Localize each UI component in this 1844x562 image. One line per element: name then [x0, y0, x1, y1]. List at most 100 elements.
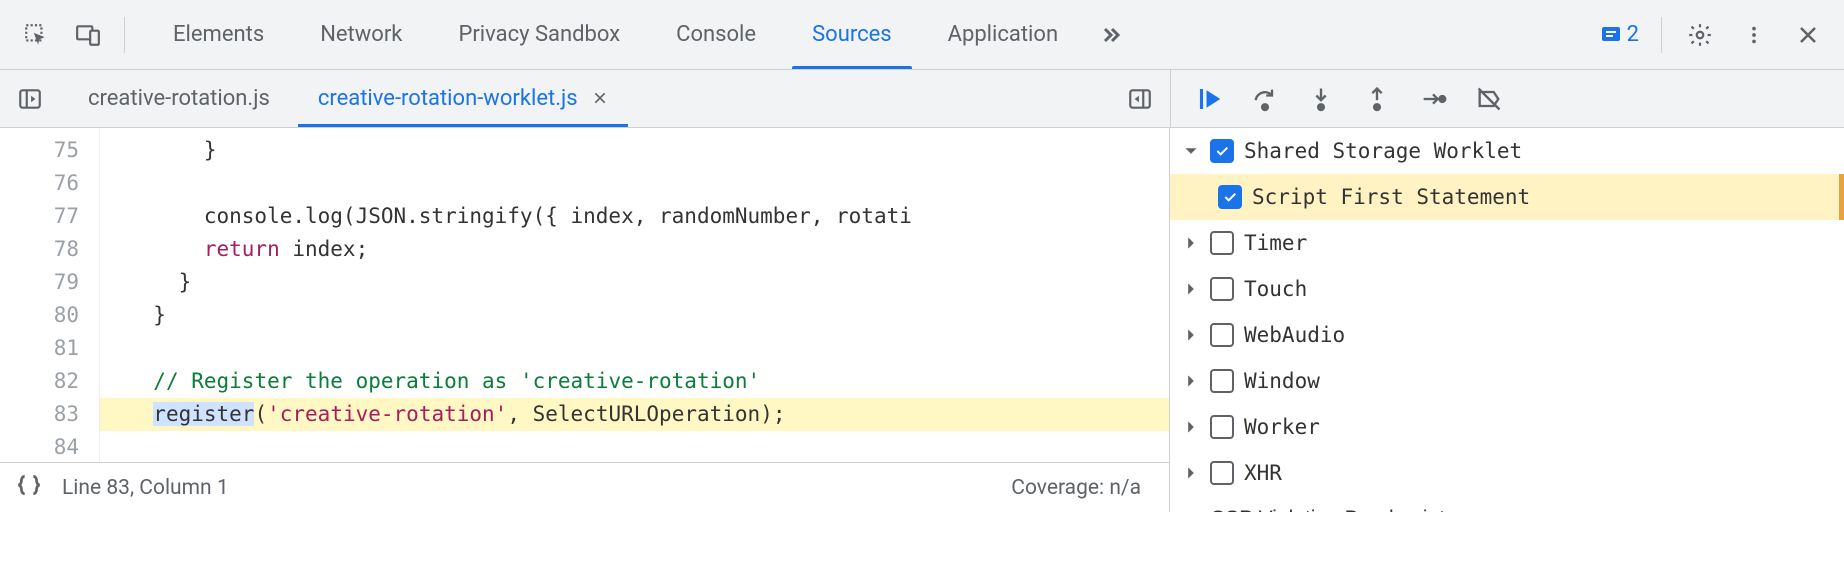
sources-sub-toolbar: creative-rotation.js creative-rotation-w…	[0, 70, 1844, 128]
line-number[interactable]: 75	[0, 134, 99, 167]
kebab-menu-icon[interactable]	[1730, 11, 1778, 59]
group-label: Timer	[1244, 231, 1307, 255]
tab-sources[interactable]: Sources	[784, 0, 920, 69]
debugger-controls	[1170, 70, 1844, 127]
main-content: 75767778798081828384 } console.log(JSON.…	[0, 128, 1844, 512]
divider	[124, 17, 125, 53]
line-number[interactable]: 80	[0, 299, 99, 332]
group-label: Worker	[1244, 415, 1320, 439]
code-line[interactable]: register('creative-rotation', SelectURLO…	[100, 398, 1169, 431]
resume-icon[interactable]	[1183, 73, 1235, 125]
checkbox[interactable]	[1218, 185, 1242, 209]
step-icon[interactable]	[1407, 73, 1459, 125]
section-label: CSP Violation Breakpoints	[1210, 507, 1456, 512]
breakpoint-group-timer[interactable]: Timer	[1170, 220, 1844, 266]
close-icon[interactable]	[1784, 11, 1832, 59]
caret-right-icon	[1182, 418, 1200, 436]
checkbox[interactable]	[1210, 369, 1234, 393]
breakpoint-label: Script First Statement	[1252, 185, 1530, 209]
tab-network[interactable]: Network	[292, 0, 430, 69]
step-out-icon[interactable]	[1351, 73, 1403, 125]
tab-elements[interactable]: Elements	[145, 0, 292, 69]
messages-badge[interactable]: 2	[1591, 22, 1647, 47]
breakpoint-group-worker[interactable]: Worker	[1170, 404, 1844, 450]
tab-privacy-sandbox[interactable]: Privacy Sandbox	[430, 0, 648, 69]
code-line[interactable]: }	[100, 134, 1169, 167]
line-number[interactable]: 77	[0, 200, 99, 233]
group-label: Touch	[1244, 277, 1307, 301]
breakpoint-group-xhr[interactable]: XHR	[1170, 450, 1844, 496]
code-line[interactable]: return index;	[100, 233, 1169, 266]
line-number[interactable]: 78	[0, 233, 99, 266]
caret-right-icon	[1182, 510, 1200, 512]
line-number[interactable]: 79	[0, 266, 99, 299]
section-csp-violation-breakpoints[interactable]: CSP Violation Breakpoints	[1170, 496, 1844, 512]
group-label: WebAudio	[1244, 323, 1345, 347]
caret-right-icon	[1182, 234, 1200, 252]
step-over-icon[interactable]	[1239, 73, 1291, 125]
line-number[interactable]: 83	[0, 398, 99, 431]
show-debugger-icon[interactable]	[1118, 77, 1162, 121]
tab-console[interactable]: Console	[648, 0, 784, 69]
caret-right-icon	[1182, 372, 1200, 390]
inspect-element-icon[interactable]	[12, 11, 60, 59]
editor-pane: 75767778798081828384 } console.log(JSON.…	[0, 128, 1170, 512]
line-number[interactable]: 81	[0, 332, 99, 365]
caret-right-icon	[1182, 280, 1200, 298]
debugger-sidebar: Shared Storage Worklet Script First Stat…	[1170, 128, 1844, 512]
editor-tabs-row: creative-rotation.js creative-rotation-w…	[0, 70, 1170, 127]
toolbar-right: 2	[1591, 11, 1832, 59]
code-line[interactable]: console.log(JSON.stringify({ index, rand…	[100, 200, 1169, 233]
show-navigator-icon[interactable]	[8, 77, 52, 121]
cursor-position: Line 83, Column 1	[62, 476, 229, 500]
line-gutter: 75767778798081828384	[0, 128, 100, 462]
step-into-icon[interactable]	[1295, 73, 1347, 125]
breakpoint-script-first-statement[interactable]: Script First Statement	[1170, 174, 1844, 220]
close-tab-icon[interactable]	[592, 87, 608, 111]
group-label: Window	[1244, 369, 1320, 393]
breakpoint-group-shared-storage-worklet[interactable]: Shared Storage Worklet	[1170, 128, 1844, 174]
checkbox[interactable]	[1210, 415, 1234, 439]
caret-right-icon	[1182, 326, 1200, 344]
breakpoint-group-touch[interactable]: Touch	[1170, 266, 1844, 312]
messages-count: 2	[1627, 22, 1639, 47]
file-tab-label: creative-rotation.js	[88, 86, 270, 111]
checkbox[interactable]	[1210, 277, 1234, 301]
line-number[interactable]: 84	[0, 431, 99, 462]
code-line[interactable]	[100, 332, 1169, 365]
file-tabs: creative-rotation.js creative-rotation-w…	[64, 70, 632, 127]
pretty-print-icon[interactable]	[16, 472, 42, 504]
code-editor[interactable]: 75767778798081828384 } console.log(JSON.…	[0, 128, 1169, 462]
code-line[interactable]: }	[100, 299, 1169, 332]
device-toolbar-icon[interactable]	[64, 11, 112, 59]
group-label: XHR	[1244, 461, 1282, 485]
devtools-toolbar: Elements Network Privacy Sandbox Console…	[0, 0, 1844, 70]
checkbox[interactable]	[1210, 323, 1234, 347]
line-number[interactable]: 82	[0, 365, 99, 398]
group-label: Shared Storage Worklet	[1244, 139, 1522, 163]
breakpoint-group-webaudio[interactable]: WebAudio	[1170, 312, 1844, 358]
deactivate-breakpoints-icon[interactable]	[1463, 73, 1515, 125]
main-tabs: Elements Network Privacy Sandbox Console…	[145, 0, 1587, 69]
file-tab-creative-rotation-worklet[interactable]: creative-rotation-worklet.js	[294, 70, 632, 127]
settings-icon[interactable]	[1676, 11, 1724, 59]
checkbox[interactable]	[1210, 461, 1234, 485]
code-line[interactable]: }	[100, 266, 1169, 299]
code-line[interactable]	[100, 167, 1169, 200]
file-tab-creative-rotation[interactable]: creative-rotation.js	[64, 70, 294, 127]
more-tabs-icon[interactable]	[1086, 11, 1134, 59]
tab-application[interactable]: Application	[920, 0, 1086, 69]
code-line[interactable]: // Register the operation as 'creative-r…	[100, 365, 1169, 398]
divider	[1661, 17, 1662, 53]
coverage-status: Coverage: n/a	[1011, 476, 1141, 500]
code-line[interactable]	[100, 431, 1169, 462]
checkbox[interactable]	[1210, 139, 1234, 163]
file-tab-label: creative-rotation-worklet.js	[318, 86, 578, 111]
line-number[interactable]: 76	[0, 167, 99, 200]
caret-right-icon	[1182, 464, 1200, 482]
code-body[interactable]: } console.log(JSON.stringify({ index, ra…	[100, 128, 1169, 462]
caret-down-icon	[1182, 142, 1200, 160]
editor-status-bar: Line 83, Column 1 Coverage: n/a	[0, 462, 1169, 512]
breakpoint-group-window[interactable]: Window	[1170, 358, 1844, 404]
checkbox[interactable]	[1210, 231, 1234, 255]
